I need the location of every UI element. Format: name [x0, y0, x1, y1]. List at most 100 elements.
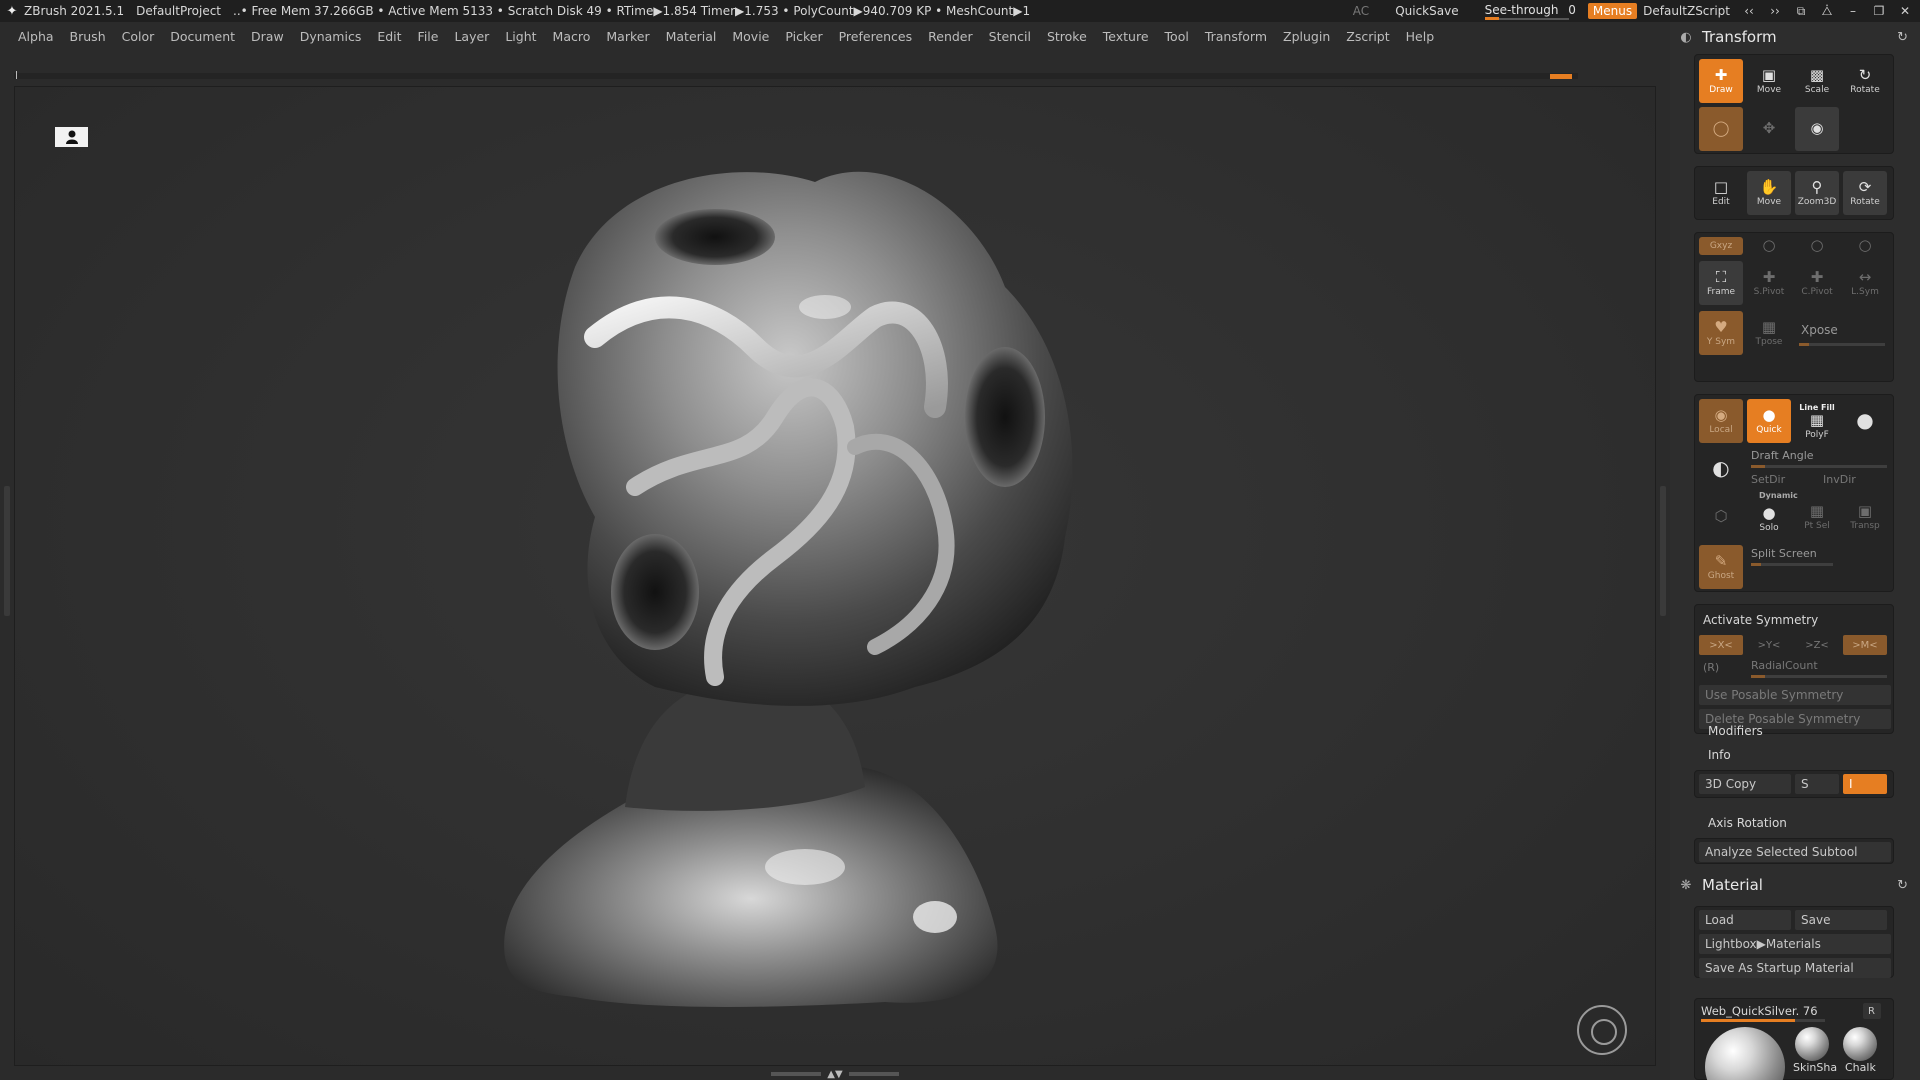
- material-ball-button[interactable]: ●: [1843, 399, 1887, 443]
- menu-zscript[interactable]: Zscript: [1346, 29, 1389, 44]
- edit-gizmo-button[interactable]: ✥: [1747, 107, 1791, 151]
- gizmo-toggle-button[interactable]: ◯: [1699, 107, 1743, 151]
- menus-button[interactable]: Menus: [1587, 3, 1638, 19]
- menu-light[interactable]: Light: [505, 29, 536, 44]
- invdir-button[interactable]: InvDir: [1823, 473, 1856, 486]
- menu-file[interactable]: File: [418, 29, 439, 44]
- sym-x-button[interactable]: >X<: [1699, 635, 1743, 655]
- s-slider[interactable]: S: [1795, 774, 1839, 794]
- script-name[interactable]: DefaultZScript: [1643, 4, 1730, 18]
- draft-analysis-button[interactable]: ◐: [1699, 447, 1743, 491]
- material-slider[interactable]: [1701, 1019, 1825, 1022]
- polyf-button[interactable]: Line Fill ▦ PolyF: [1795, 399, 1839, 443]
- sym-y-button[interactable]: >Y<: [1747, 635, 1791, 655]
- minimize-icon[interactable]: –: [1846, 4, 1860, 18]
- analyze-subtool-button[interactable]: Analyze Selected Subtool: [1699, 842, 1891, 862]
- z-rotation-button[interactable]: ○: [1795, 237, 1839, 255]
- frame-button[interactable]: ⛶ Frame: [1699, 261, 1743, 305]
- rotate-nav-button[interactable]: ⟳ Rotate: [1843, 171, 1887, 215]
- move-mode-button[interactable]: ▣ Move: [1747, 59, 1791, 103]
- wireframe-box-button[interactable]: ⬡: [1699, 495, 1743, 539]
- solo-button[interactable]: ● Solo: [1747, 499, 1791, 539]
- menu-material[interactable]: Material: [666, 29, 717, 44]
- document-canvas[interactable]: [14, 86, 1656, 1066]
- xyz-rotation-button[interactable]: Gxyz: [1699, 237, 1743, 255]
- layout-next-icon[interactable]: ››: [1768, 4, 1782, 18]
- menu-alpha[interactable]: Alpha: [18, 29, 54, 44]
- cpivot-button[interactable]: ✚ C.Pivot: [1795, 261, 1839, 305]
- spivot-button[interactable]: ✚ S.Pivot: [1747, 261, 1791, 305]
- info-button[interactable]: Info: [1708, 748, 1731, 762]
- lsym-button[interactable]: ↔ L.Sym: [1843, 261, 1887, 305]
- see-through-slider[interactable]: See-through 0: [1484, 3, 1576, 20]
- menu-help[interactable]: Help: [1406, 29, 1435, 44]
- menu-document[interactable]: Document: [170, 29, 235, 44]
- project-name[interactable]: DefaultProject: [136, 4, 221, 18]
- material-save-button[interactable]: Save: [1795, 910, 1887, 930]
- menu-macro[interactable]: Macro: [553, 29, 591, 44]
- chevron-up-icon[interactable]: ▲▼: [827, 1069, 842, 1080]
- tpose-button[interactable]: ▦ Tpose: [1747, 311, 1791, 355]
- edit-button[interactable]: □ Edit: [1699, 171, 1743, 215]
- menu-transform[interactable]: Transform: [1205, 29, 1267, 44]
- menu-zplugin[interactable]: Zplugin: [1283, 29, 1330, 44]
- material-load-button[interactable]: Load: [1699, 910, 1791, 930]
- split-screen-slider[interactable]: [1751, 563, 1833, 566]
- menu-preferences[interactable]: Preferences: [839, 29, 913, 44]
- menu-layer[interactable]: Layer: [454, 29, 489, 44]
- ptsel-button[interactable]: ▦ Pt Sel: [1795, 495, 1839, 539]
- menu-color[interactable]: Color: [122, 29, 155, 44]
- transp-button[interactable]: ▣ Transp: [1843, 495, 1887, 539]
- material-r-button[interactable]: R: [1863, 1003, 1881, 1019]
- y-rotation-button[interactable]: ○: [1747, 237, 1791, 255]
- modifiers-button[interactable]: Modifiers: [1708, 724, 1763, 738]
- menu-marker[interactable]: Marker: [606, 29, 649, 44]
- draw-button[interactable]: ✚ Draw: [1699, 59, 1743, 103]
- draft-angle-slider[interactable]: [1751, 465, 1887, 468]
- ac-toggle[interactable]: AC: [1353, 4, 1369, 18]
- layout-switch-icon[interactable]: ⧊: [1820, 4, 1834, 19]
- layout-toggle-icon[interactable]: ⧉: [1794, 4, 1808, 19]
- current-material-thumbnail[interactable]: [1705, 1027, 1785, 1080]
- menu-movie[interactable]: Movie: [732, 29, 769, 44]
- menu-picker[interactable]: Picker: [785, 29, 822, 44]
- skinshade-material-thumbnail[interactable]: [1795, 1027, 1829, 1061]
- ghost-button[interactable]: ✎ Ghost: [1699, 545, 1743, 589]
- menu-render[interactable]: Render: [928, 29, 973, 44]
- menu-stencil[interactable]: Stencil: [989, 29, 1031, 44]
- i-slider[interactable]: I: [1843, 774, 1887, 794]
- layout-prev-icon[interactable]: ‹‹: [1742, 4, 1756, 18]
- menu-brush[interactable]: Brush: [70, 29, 106, 44]
- menu-draw[interactable]: Draw: [251, 29, 284, 44]
- zoom3d-button[interactable]: ⚲ Zoom3D: [1795, 171, 1839, 215]
- transform-header[interactable]: ◐ Transform ↻: [1670, 24, 1920, 50]
- bottom-tray-handle[interactable]: ▲▼: [770, 1069, 900, 1080]
- navigation-gizmo-icon[interactable]: [1577, 1005, 1627, 1055]
- close-icon[interactable]: ✕: [1898, 4, 1912, 18]
- quicksave-button[interactable]: QuickSave: [1395, 4, 1458, 18]
- radial-count-slider[interactable]: [1751, 675, 1887, 678]
- left-tray-handle[interactable]: [4, 486, 10, 616]
- snapshot-button[interactable]: ◉: [1795, 107, 1839, 151]
- material-header[interactable]: ❋ Material ↻: [1670, 872, 1920, 898]
- xpose-slider[interactable]: [1799, 343, 1885, 346]
- rotate-mode-button[interactable]: ↻ Rotate: [1843, 59, 1887, 103]
- right-tray-handle[interactable]: [1660, 486, 1666, 616]
- sym-z-button[interactable]: >Z<: [1795, 635, 1839, 655]
- menu-dynamics[interactable]: Dynamics: [300, 29, 362, 44]
- move-nav-button[interactable]: ✋ Move: [1747, 171, 1791, 215]
- menu-stroke[interactable]: Stroke: [1047, 29, 1087, 44]
- radial-toggle[interactable]: (R): [1703, 661, 1719, 674]
- quick-button[interactable]: ● Quick: [1747, 399, 1791, 443]
- save-startup-material-button[interactable]: Save As Startup Material: [1699, 958, 1891, 978]
- menu-edit[interactable]: Edit: [377, 29, 401, 44]
- menu-texture[interactable]: Texture: [1103, 29, 1149, 44]
- scale-mode-button[interactable]: ▩ Scale: [1795, 59, 1839, 103]
- lightbox-materials-button[interactable]: Lightbox▶Materials: [1699, 934, 1891, 954]
- sym-m-button[interactable]: >M<: [1843, 635, 1887, 655]
- chalk-material-thumbnail[interactable]: [1843, 1027, 1877, 1061]
- ysym-button[interactable]: ♥ Y Sym: [1699, 311, 1743, 355]
- sculpt-mesh[interactable]: [15, 87, 1656, 1066]
- setdir-button[interactable]: SetDir: [1751, 473, 1785, 486]
- free-rotation-button[interactable]: ○: [1843, 237, 1887, 255]
